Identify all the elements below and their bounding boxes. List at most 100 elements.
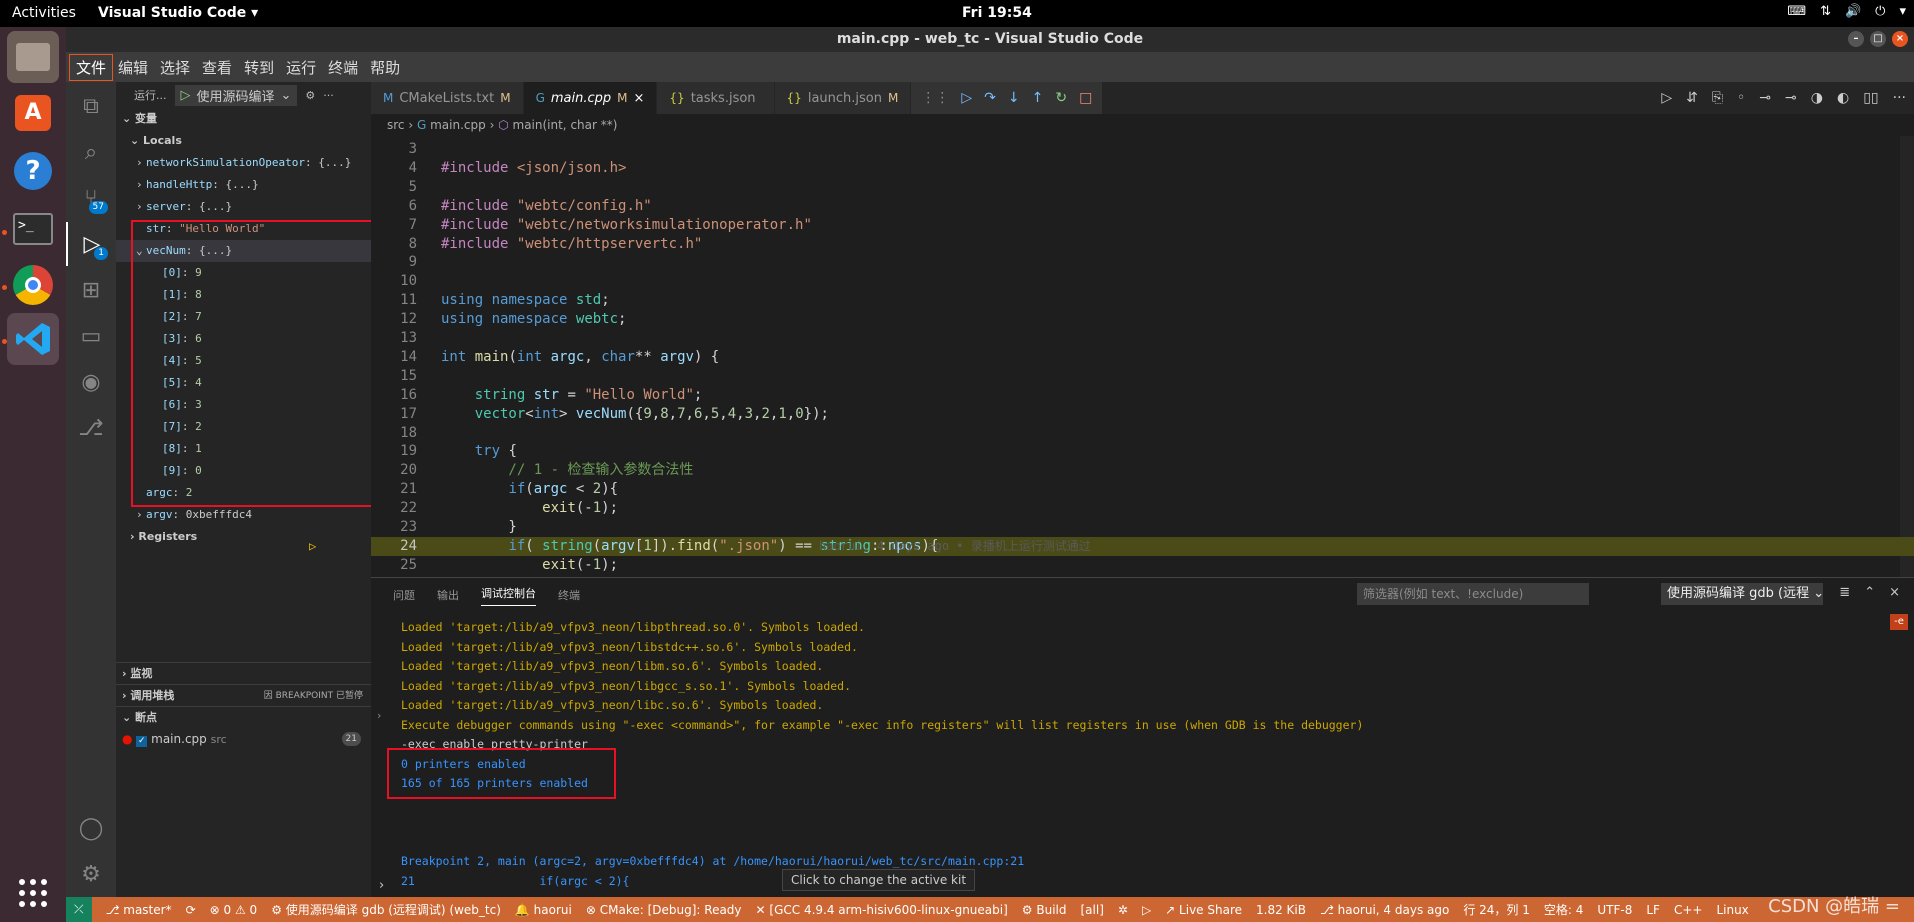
variable-row[interactable]: › handleHttp: {...} (116, 174, 371, 196)
search-icon[interactable]: ⌕ (66, 130, 116, 174)
code-line[interactable]: 20 // 1 - 检查输入参数合法性 (371, 461, 1914, 480)
callstack-section-header[interactable]: › 调用堆栈 因 BREAKPOINT 已暂停 (116, 684, 371, 706)
restart-icon[interactable]: ↻ (1055, 90, 1067, 106)
line-number[interactable]: 19 (371, 442, 417, 461)
code-line[interactable]: 14 int main(int argc, char** argv) { (371, 348, 1914, 367)
maximize-button[interactable]: □ (1870, 31, 1886, 47)
more-actions-icon[interactable]: ··· (323, 89, 334, 102)
gear-icon[interactable]: ⚙ (305, 89, 315, 102)
open-changes-icon[interactable]: ◑ (1811, 90, 1823, 106)
encoding[interactable]: UTF-8 (1597, 903, 1632, 917)
line-number[interactable]: 20 (371, 461, 417, 480)
launch-icon[interactable]: ▷ (1142, 903, 1151, 917)
cursor-position[interactable]: 行 24，列 1 (1463, 901, 1530, 918)
close-button[interactable]: × (1892, 31, 1908, 47)
breadcrumb-symbol[interactable]: main(int, char **) (513, 118, 618, 132)
remote-explorer-icon[interactable]: ▭ (66, 314, 116, 358)
git-branch[interactable]: ⎇ master* (106, 903, 172, 917)
code-line[interactable]: 18 (371, 424, 1914, 443)
breadcrumb-file[interactable]: main.cpp (430, 118, 486, 132)
menu-selection[interactable]: 选择 (154, 55, 196, 80)
menu-edit[interactable]: 编辑 (112, 55, 154, 80)
toggle-blame-icon[interactable]: ◐ (1837, 90, 1849, 106)
previous-change-icon[interactable]: ◦ (1737, 90, 1745, 106)
breakpoints-section-header[interactable]: ⌄ 断点 (116, 706, 371, 728)
menu-terminal[interactable]: 终端 (322, 55, 364, 80)
line-ending[interactable]: LF (1646, 903, 1660, 917)
locals-scope[interactable]: ⌄ Locals (116, 130, 371, 152)
line-number[interactable]: 4 (371, 159, 417, 178)
problems-count[interactable]: ⊗ 0 ⚠ 0 (210, 903, 258, 917)
variable-row[interactable]: › argv: 0xbefffdc4 (116, 504, 371, 526)
tab-output[interactable]: 输出 (437, 587, 459, 603)
code-line[interactable]: 22 exit(-1); (371, 499, 1914, 518)
registers-scope[interactable]: › Registers (116, 526, 371, 548)
code-line[interactable]: 16 string str = "Hello World"; (371, 386, 1914, 405)
remote-indicator-icon[interactable]: ⤫ (66, 897, 92, 922)
code-line[interactable]: 17 vector<int> vecNum({9,8,7,6,5,4,3,2,1… (371, 405, 1914, 424)
variable-row[interactable]: › networkSimulationOpeator: {...} (116, 152, 371, 174)
expand-chevron-icon[interactable]: › (136, 196, 146, 218)
code-line[interactable]: 4 #include <json/json.h> (371, 159, 1914, 178)
chrome-icon[interactable] (7, 259, 59, 311)
drag-handle-icon[interactable]: ⋮⋮ (921, 90, 949, 106)
start-debug-icon[interactable]: ▷ (181, 88, 191, 103)
watch-section-header[interactable]: › 监视 (116, 662, 371, 684)
code-line[interactable]: 19 try { (371, 442, 1914, 461)
indentation[interactable]: 空格: 4 (1544, 901, 1584, 918)
line-number[interactable]: 14 (371, 348, 417, 367)
code-line[interactable]: 25 exit(-1); (371, 556, 1914, 575)
code-line[interactable]: 24 if( string(argv[1]).find(".json") == … (309, 536, 1914, 556)
variables-section-header[interactable]: ⌄ 变量 (116, 108, 371, 130)
continue-icon[interactable]: ▷ (961, 90, 972, 106)
build-target[interactable]: [all] (1080, 903, 1103, 917)
network-icon[interactable]: ⇅ (1820, 4, 1831, 19)
expand-chevron-icon[interactable]: › (136, 174, 146, 196)
line-number[interactable]: 6 (371, 197, 417, 216)
line-number[interactable]: 5 (371, 178, 417, 197)
line-number[interactable]: 8 (371, 235, 417, 254)
code-line[interactable]: 21 if(argc < 2){ (371, 480, 1914, 499)
console-filter-input[interactable]: 筛选器(例如 text、!exclude) (1357, 583, 1589, 605)
terminal-icon[interactable]: >_ (7, 203, 59, 255)
close-tab-icon[interactable]: × (634, 91, 645, 106)
menu-run[interactable]: 运行 (280, 55, 322, 80)
clear-console-icon[interactable]: ≣ (1839, 585, 1850, 600)
close-panel-icon[interactable]: × (1889, 585, 1900, 600)
line-number[interactable]: 22 (371, 499, 417, 518)
tab-main-cpp[interactable]: Gmain.cpp M × (523, 82, 658, 114)
cmake-status[interactable]: ⊗ CMake: [Debug]: Ready (586, 903, 742, 917)
tab-tasks-json[interactable]: {} tasks.json (657, 82, 775, 114)
breakpoint-checkbox[interactable]: ✓ (136, 736, 148, 747)
line-number[interactable]: 23 (371, 518, 417, 537)
power-icon[interactable]: ⏻ (1875, 4, 1885, 19)
line-number[interactable]: 3 (371, 140, 417, 159)
sync-icon[interactable]: ⟳ (186, 903, 196, 917)
minimize-button[interactable]: – (1848, 31, 1864, 47)
build-button[interactable]: ⚙ Build (1022, 903, 1067, 917)
variable-row[interactable]: › server: {...} (116, 196, 371, 218)
git-icon[interactable]: ⎘ (1712, 90, 1723, 106)
tab-cmakelists[interactable]: M CMakeLists.txt M (371, 82, 524, 114)
line-number[interactable]: 9 (371, 253, 417, 272)
code-line[interactable]: 11 using namespace std; (371, 291, 1914, 310)
source-control-icon[interactable]: ⑂ 57 (66, 176, 116, 220)
run-debug-icon[interactable]: ▷ 1 (66, 222, 116, 266)
line-number[interactable]: 18 (371, 424, 417, 443)
debug-session-select[interactable]: 使用源码编译 gdb (远程 ⌄ (1661, 583, 1823, 605)
account-icon[interactable]: ◯ (66, 806, 116, 850)
clock[interactable]: Fri 19:54 (962, 5, 1032, 21)
chevron-down-icon[interactable]: ▾ (1899, 4, 1906, 19)
git-blame-status[interactable]: ⎇ haorui, 4 days ago (1320, 903, 1449, 917)
show-applications-icon[interactable] (7, 867, 59, 919)
menu-go[interactable]: 转到 (238, 55, 280, 80)
compare-icon[interactable]: ⇵ (1686, 90, 1698, 106)
next-change-icon[interactable]: ⊸ (1785, 90, 1797, 106)
platform[interactable]: Linux (1716, 903, 1748, 917)
step-over-icon[interactable]: ↷ (984, 90, 996, 106)
user-status[interactable]: 🔔 haorui (515, 903, 572, 917)
run-file-icon[interactable]: ▷ (1661, 90, 1672, 106)
code-line[interactable]: 3 (371, 140, 1914, 159)
line-number[interactable]: 10 (371, 272, 417, 291)
line-number[interactable]: 15 (371, 367, 417, 386)
